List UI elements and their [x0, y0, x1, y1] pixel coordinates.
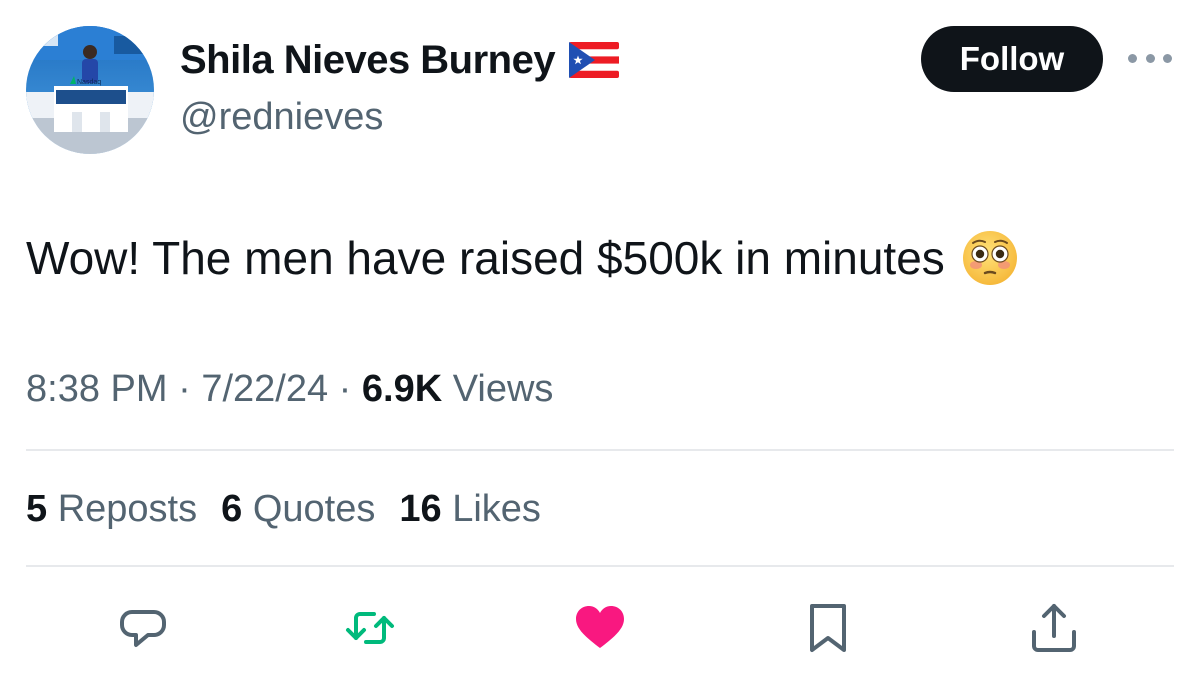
- share-icon: [1032, 604, 1076, 652]
- likes-label: Likes: [452, 488, 541, 530]
- likes-stat[interactable]: 16 Likes: [399, 484, 541, 534]
- quotes-label: Quotes: [252, 488, 376, 530]
- more-horizontal-icon[interactable]: [1128, 48, 1172, 68]
- tweet-body: Wow! The men have raised $500k in minute…: [26, 228, 1019, 288]
- views-label[interactable]: Views: [453, 368, 554, 410]
- tweet-date[interactable]: 7/22/24: [201, 368, 328, 410]
- like-button[interactable]: [572, 600, 628, 656]
- meta-separator: ·: [178, 368, 191, 410]
- divider: [26, 449, 1174, 451]
- views-count[interactable]: 6.9K: [362, 368, 442, 410]
- reply-icon: [120, 610, 166, 647]
- avatar[interactable]: Nasdaq: [26, 26, 154, 154]
- author-name-row[interactable]: Shila Nieves Burney: [180, 36, 620, 84]
- meta-separator: ·: [338, 368, 352, 410]
- share-button[interactable]: [1026, 600, 1082, 656]
- avatar-photo: Nasdaq: [26, 26, 154, 154]
- tweet: Nasdaq Shila Nieves Burney @rednieves Fo…: [0, 0, 1200, 686]
- svg-text:Nasdaq: Nasdaq: [77, 79, 101, 86]
- bookmark-button[interactable]: [800, 600, 856, 656]
- tweet-text: Wow! The men have raised $500k in minute…: [26, 232, 945, 284]
- reposts-label: Reposts: [57, 488, 198, 530]
- likes-count: 16: [399, 488, 442, 530]
- flushed-face-emoji: [962, 231, 1017, 285]
- reply-button[interactable]: [116, 600, 172, 656]
- repost-icon: [346, 612, 394, 644]
- follow-button[interactable]: Follow: [921, 26, 1103, 92]
- quotes-stat[interactable]: 6 Quotes: [221, 484, 375, 534]
- bookmark-icon: [810, 604, 846, 652]
- author-handle[interactable]: @rednieves: [180, 94, 383, 140]
- display-name[interactable]: Shila Nieves Burney: [180, 36, 556, 84]
- reposts-stat[interactable]: 5 Reposts: [26, 484, 197, 534]
- puerto-rico-flag-icon: [569, 42, 620, 78]
- tweet-meta: 8:38 PM · 7/22/24 · 6.9K Views: [26, 364, 553, 414]
- repost-button[interactable]: [342, 600, 398, 656]
- reposts-count: 5: [26, 488, 48, 530]
- divider: [26, 565, 1174, 567]
- tweet-time[interactable]: 8:38 PM: [26, 368, 168, 410]
- heart-icon: [576, 606, 624, 648]
- engagement-stats: 5 Reposts 6 Quotes 16 Likes: [26, 484, 541, 534]
- quotes-count: 6: [221, 488, 243, 530]
